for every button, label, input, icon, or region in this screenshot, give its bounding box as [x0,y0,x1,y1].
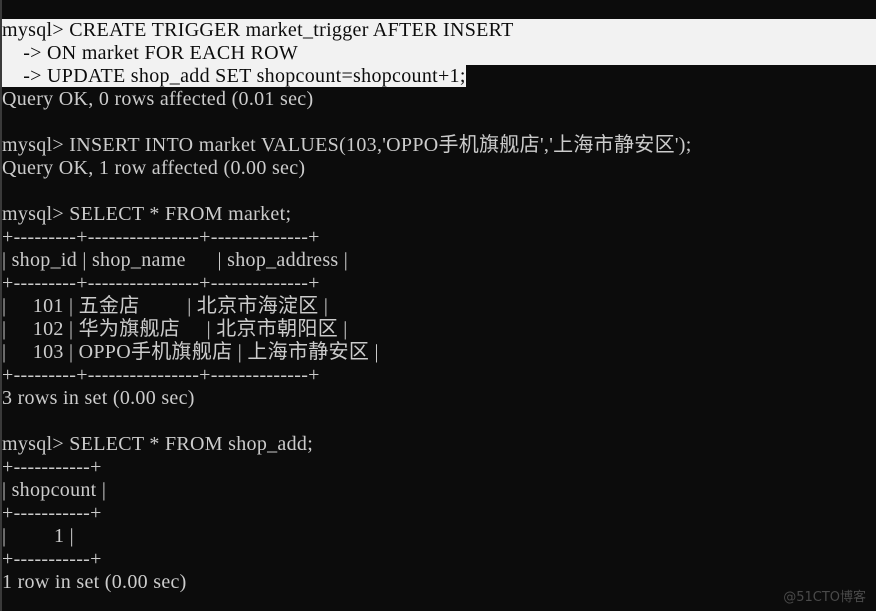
table-border: +---------+----------------+------------… [2,272,320,294]
query-result: Query OK, 1 row affected (0.00 sec) [2,157,306,179]
command-create-trigger-line-3: -> UPDATE shop_add SET shopcount=shopcou… [2,65,876,88]
table-border: +-----------+ [2,456,102,478]
command-create-trigger-line-1: mysql> CREATE TRIGGER market_trigger AFT… [2,19,876,42]
table-border: +---------+----------------+------------… [2,226,320,248]
query-result: 1 row in set (0.00 sec) [2,571,187,593]
command-select-shop-add: mysql> SELECT * FROM shop_add; [2,433,314,455]
selected-text: -> UPDATE shop_add SET shopcount=shopcou… [2,65,466,87]
table-row: | 103 | OPPO手机旗舰店 | 上海市静安区 | [2,341,379,363]
table-row: | 1 | [2,525,74,547]
command-insert: mysql> INSERT INTO market VALUES(103,'OP… [2,134,692,156]
table-border: +---------+----------------+------------… [2,364,320,386]
table-header: | shopcount | [2,479,107,501]
terminal-output[interactable]: mysql> CREATE TRIGGER market_trigger AFT… [2,19,876,594]
table-row: | 101 | 五金店 | 北京市海淀区 | [2,295,329,317]
command-select-market: mysql> SELECT * FROM market; [2,203,292,225]
watermark: @51CTO博客 [783,590,866,605]
table-border: +-----------+ [2,548,102,570]
table-header: | shop_id | shop_name | shop_address | [2,249,349,271]
query-result: Query OK, 0 rows affected (0.01 sec) [2,88,314,110]
table-row: | 102 | 华为旗舰店 | 北京市朝阳区 | [2,318,348,340]
query-result: 3 rows in set (0.00 sec) [2,387,195,409]
table-border: +-----------+ [2,502,102,524]
command-create-trigger-line-2: -> ON market FOR EACH ROW [2,42,876,65]
